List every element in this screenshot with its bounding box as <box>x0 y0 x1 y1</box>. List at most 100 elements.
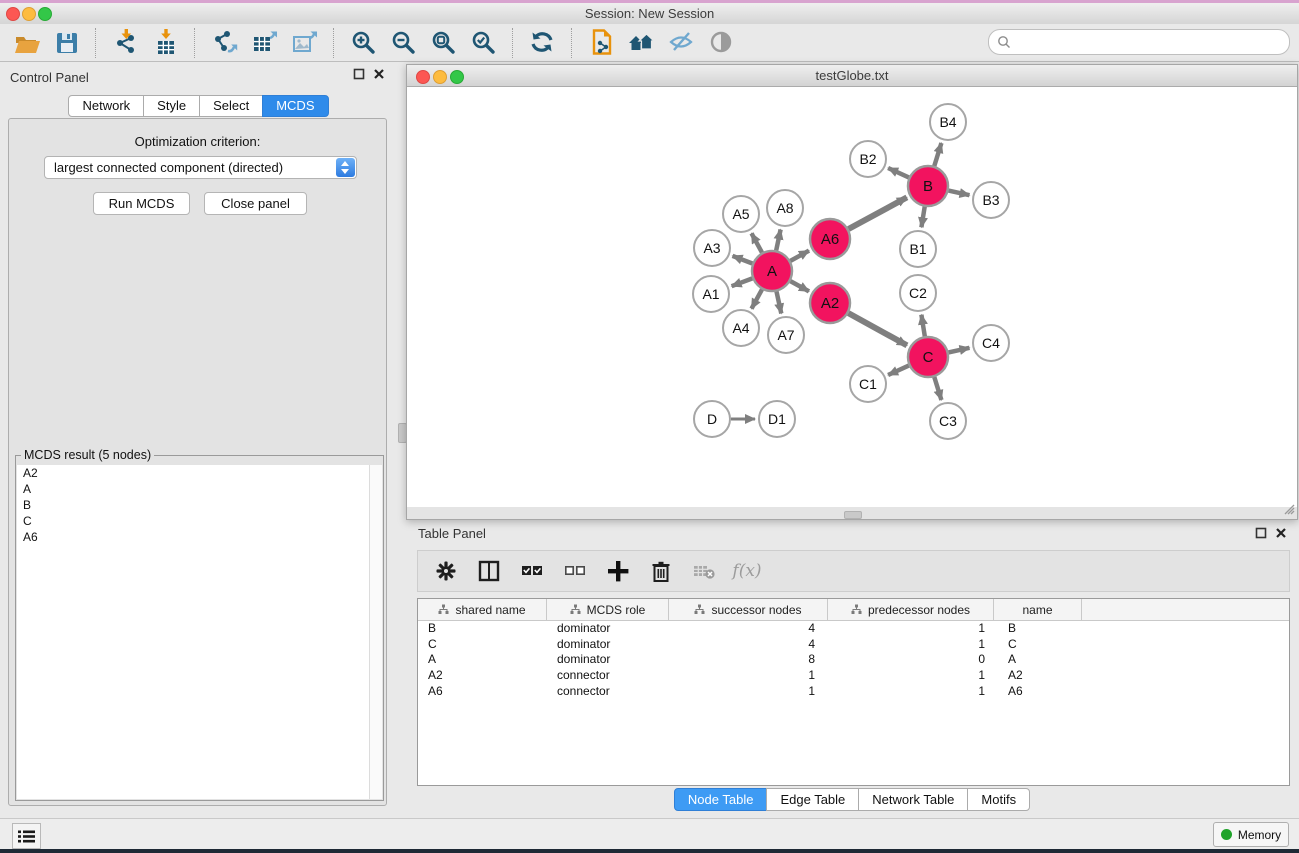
toolbar-hide-details-button[interactable] <box>664 26 698 60</box>
tab-network[interactable]: Network <box>68 95 144 117</box>
node-A1[interactable]: A1 <box>693 276 729 312</box>
cell[interactable]: 1 <box>828 684 994 700</box>
edge-C-C4[interactable] <box>949 348 970 353</box>
close-panel-icon[interactable] <box>373 68 385 80</box>
edge-A-A4[interactable] <box>752 289 763 308</box>
table-row[interactable]: A6connector11A6 <box>418 684 1289 700</box>
column-header-MCDS-role[interactable]: MCDS role <box>547 599 669 620</box>
cell[interactable]: dominator <box>547 652 669 668</box>
table-row[interactable]: A2connector11A2 <box>418 668 1289 684</box>
toolbar-zoom-in-button[interactable] <box>346 26 380 60</box>
table-select-all-button[interactable] <box>519 558 545 584</box>
edge-A2-C[interactable] <box>848 313 907 345</box>
node-A[interactable]: A <box>752 251 792 291</box>
node-C4[interactable]: C4 <box>973 325 1009 361</box>
cell[interactable]: A2 <box>994 668 1082 684</box>
close-panel-button[interactable]: Close panel <box>204 192 307 215</box>
node-C[interactable]: C <box>908 337 948 377</box>
toolbar-zoom-out-button[interactable] <box>386 26 420 60</box>
node-A8[interactable]: A8 <box>767 190 803 226</box>
result-list-item[interactable]: C <box>17 513 370 529</box>
column-header-shared-name[interactable]: shared name <box>418 599 547 620</box>
node-C2[interactable]: C2 <box>900 275 936 311</box>
cell[interactable]: 1 <box>669 684 828 700</box>
node-A2[interactable]: A2 <box>810 283 850 323</box>
result-scrollbar[interactable] <box>369 465 382 799</box>
edge-C-C3[interactable] <box>934 377 941 400</box>
cell[interactable]: B <box>418 621 547 637</box>
float-table-panel-icon[interactable] <box>1255 527 1267 539</box>
column-header-predecessor-nodes[interactable]: predecessor nodes <box>828 599 994 620</box>
edge-B-B3[interactable] <box>949 191 970 196</box>
toolbar-import-network-button[interactable] <box>108 26 142 60</box>
horizontal-splitter-handle[interactable] <box>844 511 862 519</box>
node-A5[interactable]: A5 <box>723 196 759 232</box>
cell[interactable]: dominator <box>547 637 669 653</box>
result-list-item[interactable]: A2 <box>17 465 370 481</box>
search-input[interactable] <box>1015 32 1279 52</box>
edge-A-A2[interactable] <box>790 281 809 291</box>
node-A7[interactable]: A7 <box>768 317 804 353</box>
table-delete-column-button[interactable] <box>648 558 674 584</box>
node-B1[interactable]: B1 <box>900 231 936 267</box>
table-split-view-button[interactable] <box>476 558 502 584</box>
tab-motifs[interactable]: Motifs <box>967 788 1030 811</box>
edge-A-A7[interactable] <box>777 292 782 314</box>
cell[interactable]: 4 <box>669 637 828 653</box>
table-deselect-all-button[interactable] <box>562 558 588 584</box>
cell[interactable]: connector <box>547 668 669 684</box>
run-mcds-button[interactable]: Run MCDS <box>93 192 190 215</box>
toolbar-refresh-button[interactable] <box>525 26 559 60</box>
memory-button[interactable]: Memory <box>1213 822 1289 847</box>
cell[interactable]: A <box>418 652 547 668</box>
edge-B-B4[interactable] <box>934 143 941 166</box>
resize-grip-icon[interactable] <box>1281 501 1295 515</box>
node-A6[interactable]: A6 <box>810 219 850 259</box>
cell[interactable]: 1 <box>828 637 994 653</box>
net-minimize-button[interactable] <box>433 70 447 84</box>
column-header-successor-nodes[interactable]: successor nodes <box>669 599 828 620</box>
minimize-window-button[interactable] <box>22 7 36 21</box>
node-C3[interactable]: C3 <box>930 403 966 439</box>
criterion-dropdown[interactable]: largest connected component (directed) <box>44 156 357 179</box>
cell[interactable]: C <box>994 637 1082 653</box>
result-list-item[interactable]: A <box>17 481 370 497</box>
network-canvas[interactable]: B4B2BB3A5A8A6A3B1AA1C2A2A4A7CC4C1C3DD1 <box>407 87 1297 507</box>
edge-A6-B[interactable] <box>849 197 907 229</box>
net-close-button[interactable] <box>416 70 430 84</box>
node-B[interactable]: B <box>908 166 948 206</box>
cell[interactable]: A6 <box>418 684 547 700</box>
table-row[interactable]: Adominator80A <box>418 652 1289 668</box>
node-C1[interactable]: C1 <box>850 366 886 402</box>
net-maximize-button[interactable] <box>450 70 464 84</box>
cell[interactable]: B <box>994 621 1082 637</box>
tab-node-table[interactable]: Node Table <box>674 788 768 811</box>
toolbar-session-file-button[interactable] <box>584 26 618 60</box>
edge-A-A3[interactable] <box>733 256 753 264</box>
edge-A-A6[interactable] <box>790 251 809 261</box>
cell[interactable]: 1 <box>669 668 828 684</box>
toolbar-export-network-button[interactable] <box>207 26 241 60</box>
node-A3[interactable]: A3 <box>694 230 730 266</box>
result-list-item[interactable]: A6 <box>17 529 370 545</box>
edge-C-C1[interactable] <box>888 366 909 375</box>
toolbar-import-table-button[interactable] <box>148 26 182 60</box>
edge-C-C2[interactable] <box>921 315 924 337</box>
cell[interactable]: 0 <box>828 652 994 668</box>
edge-A-A8[interactable] <box>776 230 780 251</box>
result-list-item[interactable]: B <box>17 497 370 513</box>
toolbar-zoom-fit-button[interactable] <box>426 26 460 60</box>
toolbar-show-details-button[interactable] <box>704 26 738 60</box>
table-settings-button[interactable] <box>433 558 459 584</box>
edge-A-A5[interactable] <box>752 233 763 252</box>
cell[interactable]: connector <box>547 684 669 700</box>
toolbar-export-table-button[interactable] <box>247 26 281 60</box>
table-row[interactable]: Cdominator41C <box>418 637 1289 653</box>
cell[interactable]: A6 <box>994 684 1082 700</box>
cell[interactable]: A2 <box>418 668 547 684</box>
maximize-window-button[interactable] <box>38 7 52 21</box>
node-B4[interactable]: B4 <box>930 104 966 140</box>
toolbar-export-image-button[interactable] <box>287 26 321 60</box>
table-add-column-button[interactable] <box>605 558 631 584</box>
edge-A-A1[interactable] <box>732 278 753 286</box>
